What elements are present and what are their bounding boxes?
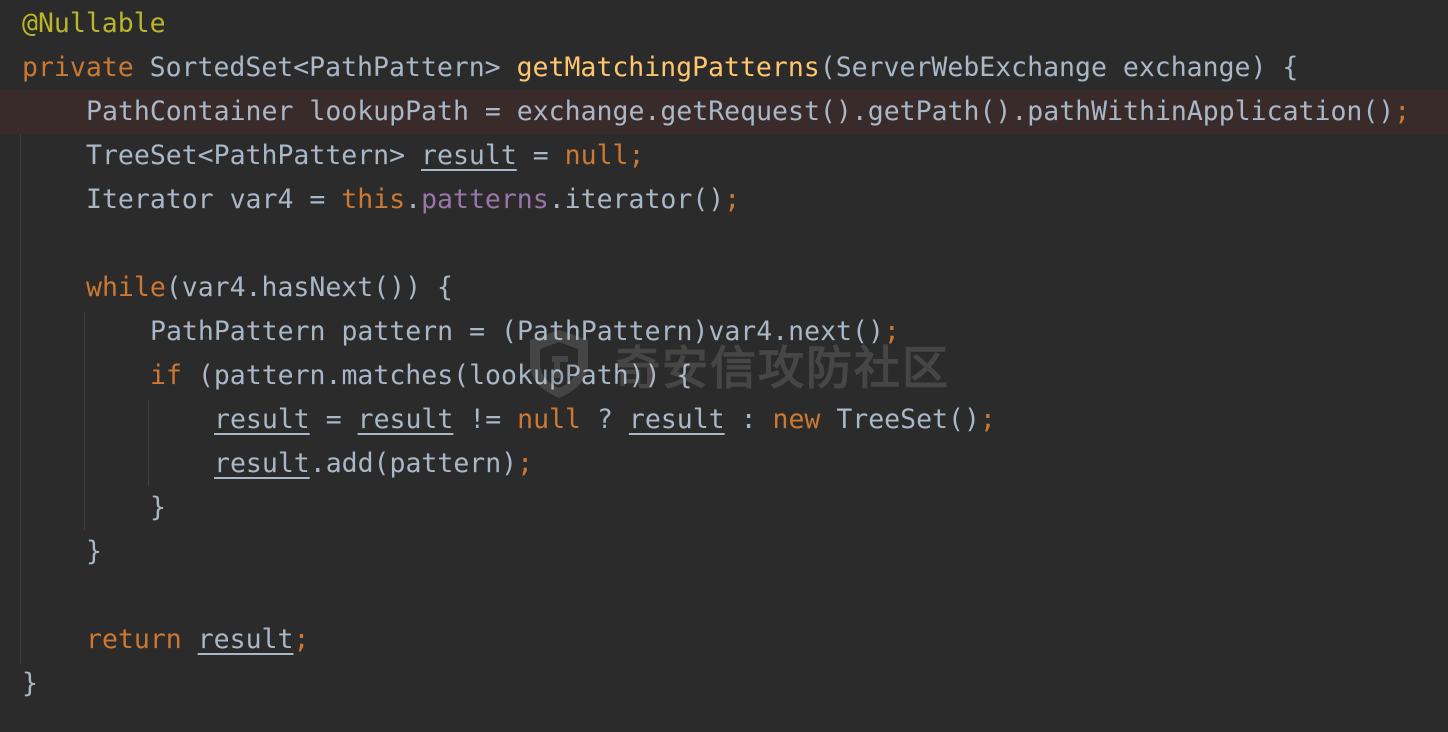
- keyword-token: while: [86, 272, 166, 303]
- semicolon-token: ;: [883, 316, 900, 347]
- reassigned-variable-token: result: [214, 404, 310, 435]
- code-line[interactable]: result = result != null ? result : new T…: [0, 398, 1448, 442]
- code-token: PathContainer lookupPath = exchange.getR…: [86, 96, 1395, 127]
- annotation-token: @Nullable: [22, 8, 166, 39]
- semicolon-token: ;: [1394, 96, 1411, 127]
- code-token: PathPattern pattern = (PathPattern)var4.…: [150, 316, 884, 347]
- code-line[interactable]: private SortedSet<PathPattern> getMatchi…: [0, 46, 1448, 90]
- code-line[interactable]: Iterator var4 = this.patterns.iterator()…: [0, 178, 1448, 222]
- code-token: Iterator var4 =: [86, 184, 342, 215]
- reassigned-variable-token: result: [357, 404, 454, 435]
- keyword-token: return: [86, 624, 182, 655]
- field-token: patterns: [421, 184, 549, 215]
- semicolon-token: ;: [293, 624, 310, 655]
- code-line[interactable]: if (pattern.matches(lookupPath)) {: [0, 354, 1448, 398]
- code-token: .iterator(): [548, 184, 725, 215]
- highlighted-code-line[interactable]: PathContainer lookupPath = exchange.getR…: [0, 90, 1448, 134]
- code-token: .: [405, 184, 422, 215]
- code-token: :: [724, 404, 773, 435]
- code-token: !=: [453, 404, 518, 435]
- return-type-token: SortedSet<PathPattern>: [133, 52, 517, 83]
- brace-token: }: [86, 536, 102, 567]
- code-token: TreeSet<PathPattern>: [86, 140, 422, 171]
- code-token: TreeSet(): [820, 404, 980, 435]
- keyword-token: private: [22, 52, 134, 83]
- code-line[interactable]: }: [0, 486, 1448, 530]
- code-line[interactable]: @Nullable: [0, 2, 1448, 46]
- code-token: =: [516, 140, 565, 171]
- keyword-token: null: [517, 404, 581, 435]
- semicolon-token: ;: [979, 404, 996, 435]
- brace-token: }: [150, 492, 166, 523]
- semicolon-token: ;: [628, 140, 645, 171]
- brace-token: }: [22, 668, 38, 699]
- semicolon-token: ;: [724, 184, 741, 215]
- keyword-token: new: [772, 404, 821, 435]
- keyword-token: null: [564, 140, 629, 171]
- semicolon-token: ;: [517, 448, 534, 479]
- code-token: =: [309, 404, 358, 435]
- code-token: .add(pattern): [309, 448, 518, 479]
- code-token: (pattern.matches(lookupPath)) {: [181, 360, 693, 391]
- reassigned-variable-token: result: [628, 404, 725, 435]
- keyword-token: if: [150, 360, 182, 391]
- code-line[interactable]: }: [0, 530, 1448, 574]
- code-line[interactable]: return result;: [0, 618, 1448, 662]
- method-name-token: getMatchingPatterns: [516, 52, 820, 83]
- reassigned-variable-token: result: [421, 140, 517, 171]
- code-line[interactable]: PathPattern pattern = (PathPattern)var4.…: [0, 310, 1448, 354]
- code-line[interactable]: }: [0, 662, 1448, 706]
- params-token: (ServerWebExchange exchange) {: [819, 52, 1299, 83]
- code-editor[interactable]: @Nullable private SortedSet<PathPattern>…: [0, 0, 1448, 732]
- code-line[interactable]: TreeSet<PathPattern> result = null;: [0, 134, 1448, 178]
- reassigned-variable-token: result: [214, 448, 310, 479]
- code-line[interactable]: result.add(pattern);: [0, 442, 1448, 486]
- code-token: (var4.hasNext()) {: [165, 272, 453, 303]
- keyword-token: this: [341, 184, 406, 215]
- code-token: ?: [581, 404, 629, 435]
- reassigned-variable-token: result: [197, 624, 294, 655]
- code-line[interactable]: while(var4.hasNext()) {: [0, 266, 1448, 310]
